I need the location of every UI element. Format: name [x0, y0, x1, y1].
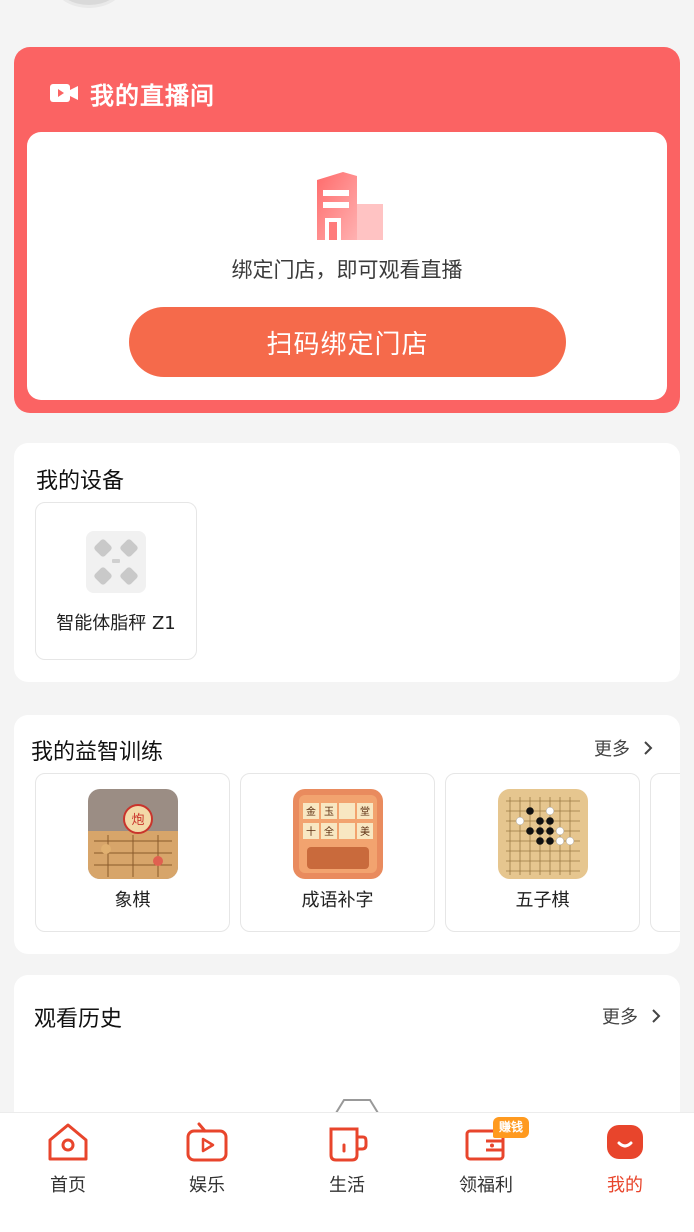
- game-item-chinese-chess[interactable]: 炮 象棋: [35, 773, 230, 932]
- earn-money-badge: 赚钱: [493, 1117, 530, 1138]
- home-icon: [48, 1123, 88, 1161]
- live-room-header: 我的直播间: [50, 77, 215, 110]
- live-room-body: 绑定门店，即可观看直播 扫码绑定门店: [27, 132, 667, 400]
- training-more-link[interactable]: 更多: [594, 735, 654, 761]
- chinese-chess-thumbnail: 炮: [88, 789, 178, 879]
- my-devices-title: 我的设备: [36, 469, 125, 494]
- store-building-icon: [317, 172, 383, 240]
- bottom-tab-bar: 首页 娱乐 生活 赚钱 领福利 我的: [0, 1112, 694, 1232]
- game-name: 象棋: [114, 890, 151, 911]
- live-room-card: 我的直播间 绑定门店，即可观看直播 扫码绑定门店: [14, 47, 680, 413]
- idiom-tile: 十: [306, 825, 316, 838]
- idiom-tile: 玉: [324, 807, 334, 818]
- video-camera-icon: [50, 84, 78, 102]
- avatar[interactable]: [54, 0, 124, 8]
- watch-history-title: 观看历史: [34, 1007, 123, 1032]
- cup-icon: [329, 1127, 368, 1162]
- tab-benefits[interactable]: 赚钱 领福利: [436, 1117, 536, 1201]
- game-name: 成语补字: [301, 890, 374, 911]
- tab-label: 娱乐: [189, 1175, 225, 1196]
- tab-label: 我的: [607, 1175, 643, 1196]
- profile-icon: [607, 1125, 643, 1159]
- game-item-next[interactable]: [650, 773, 680, 932]
- scale-icon: [86, 531, 146, 593]
- tab-label: 首页: [50, 1175, 86, 1196]
- game-name: 五子棋: [515, 890, 570, 911]
- tab-label: 领福利: [459, 1175, 513, 1196]
- chevron-right-icon: [652, 1009, 661, 1023]
- history-more-link[interactable]: 更多: [602, 1003, 662, 1029]
- live-room-title: 我的直播间: [90, 81, 215, 110]
- idiom-tile: 全: [324, 825, 334, 838]
- more-label: 更多: [602, 1007, 638, 1028]
- game-item-idiom[interactable]: 金 玉 堂 十 全 美 成语补字: [240, 773, 435, 932]
- chevron-right-icon: [644, 741, 653, 755]
- my-devices-card: 我的设备 智能体脂秤 Z1: [14, 443, 680, 682]
- gomoku-thumbnail: [498, 789, 588, 879]
- tab-entertainment[interactable]: 娱乐: [157, 1121, 257, 1201]
- scan-bind-store-button[interactable]: 扫码绑定门店: [129, 307, 566, 377]
- more-label: 更多: [594, 739, 630, 760]
- brain-training-title: 我的益智训练: [31, 740, 164, 765]
- idiom-game-thumbnail: 金 玉 堂 十 全 美: [293, 789, 383, 879]
- tab-label: 生活: [329, 1175, 365, 1196]
- game-item-gomoku[interactable]: 五子棋: [445, 773, 640, 932]
- idiom-tile: 美: [360, 825, 370, 838]
- tab-life[interactable]: 生活: [297, 1121, 397, 1201]
- device-name: 智能体脂秤 Z1: [56, 613, 176, 634]
- idiom-tile: 堂: [360, 806, 370, 818]
- idiom-tile: 金: [306, 805, 316, 818]
- tab-mine[interactable]: 我的: [575, 1121, 675, 1201]
- device-item[interactable]: 智能体脂秤 Z1: [35, 502, 197, 660]
- svg-text:炮: 炮: [131, 813, 144, 828]
- brain-training-card: 我的益智训练 更多 炮 象棋 金 玉 堂 十 全 美 成语补字 五子棋: [14, 715, 680, 954]
- tab-home[interactable]: 首页: [18, 1121, 118, 1201]
- bind-store-hint: 绑定门店，即可观看直播: [231, 258, 463, 282]
- tv-play-icon: [186, 1122, 228, 1162]
